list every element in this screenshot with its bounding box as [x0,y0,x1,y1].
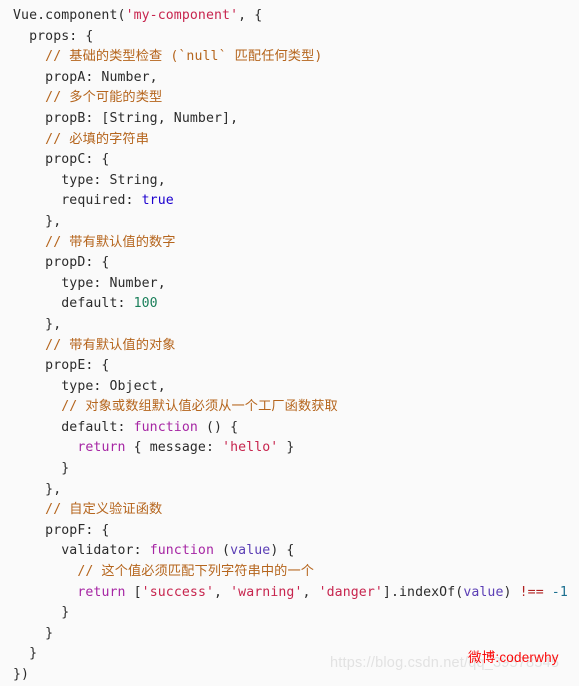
code-token-comment: // 这个值必须匹配下列字符串中的一个 [13,564,315,580]
code-line: }, [0,480,579,501]
code-line: // 自定义验证函数 [0,500,579,521]
code-line: propC: { [0,150,579,171]
code-token-plain: type: Number, [13,275,166,291]
code-token-plain: { message: [125,440,223,456]
code-token-numneg: -1 [551,584,568,600]
code-token-keyword: function [149,543,215,559]
code-token-plain: default: [13,296,134,312]
code-token-bool: true [141,193,174,209]
code-line: return ['success', 'warning', 'danger'].… [0,583,579,604]
code-token-plain: propE: { [13,358,110,374]
code-line: } [0,624,579,645]
code-token-plain: required: [13,193,142,209]
code-line: return { message: 'hello' } [0,438,579,459]
code-token-number: 100 [133,296,158,312]
code-token-plain: ) [503,584,520,600]
code-line: default: function () { [0,418,579,439]
code-editor-surface: Vue.component('my-component', { props: {… [0,0,579,686]
code-token-param: value [230,543,271,559]
code-line: default: 100 [0,294,579,315]
code-token-plain: propD: { [13,255,110,271]
code-token-comment: // 对象或数组默认值必须从一个工厂函数获取 [13,399,338,415]
code-token-comment: // 必填的字符串 [13,131,150,147]
code-line: }, [0,212,579,233]
code-token-plain: }) [13,667,30,682]
code-token-plain: propB: [String, Number], [13,110,239,126]
code-token-keyword: return [77,584,126,600]
code-line: // 带有默认值的对象 [0,336,579,357]
code-token-plain: type: String, [13,172,166,188]
code-token-comment: // 自定义验证函数 [13,502,163,518]
code-token-comment: // 带有默认值的数字 [13,234,176,250]
code-line: propE: { [0,356,579,377]
code-token-plain: }, [13,316,62,332]
code-token-plain: () { [197,419,239,435]
code-token-plain: propA: Number, [13,69,158,85]
code-line: // 这个值必须匹配下列字符串中的一个 [0,562,579,583]
code-line: // 多个可能的类型 [0,88,579,109]
code-token-string: 'danger' [318,584,383,600]
code-line: propA: Number, [0,68,579,89]
code-token-comment: // 基础的类型检查 (`null` 匹配任何类型) [13,49,323,65]
code-token-plain: ].indexOf( [382,584,464,600]
code-line: } [0,603,579,624]
code-line: type: Object, [0,377,579,398]
code-line: propB: [String, Number], [0,109,579,130]
code-token-plain: }, [13,481,62,497]
code-line: validator: function (value) { [0,541,579,562]
code-token-string: 'warning' [230,584,303,600]
code-line: // 必填的字符串 [0,130,579,151]
code-token-plain: ) { [270,543,295,559]
code-token-keyword: function [133,419,198,435]
code-token-plain: }, [13,213,62,229]
code-token-plain: , { [238,8,263,23]
code-token-plain: } [13,646,38,662]
code-token-op: !== [519,584,544,600]
code-token-plain: props: { [13,28,94,44]
code-token-plain: ( [214,543,231,559]
code-token-keyword: return [77,440,126,456]
code-token-plain: default: [13,419,134,435]
code-token-plain: Vue.component( [13,8,126,23]
code-line: required: true [0,191,579,212]
code-line: }, [0,315,579,336]
code-token-comment: // 多个可能的类型 [13,90,163,106]
code-line: // 带有默认值的数字 [0,233,579,254]
code-line: } [0,459,579,480]
code-line: // 对象或数组默认值必须从一个工厂函数获取 [0,397,579,418]
code-token-param: value [463,584,504,600]
code-token-plain: [ [125,584,142,600]
code-token-plain: } [13,605,70,621]
code-token-plain: , [214,584,231,600]
code-token-comment: // 带有默认值的对象 [13,337,176,353]
code-line: propF: { [0,521,579,542]
code-line: type: String, [0,171,579,192]
weibo-coderwhy-watermark: 微博:coderwhy [468,650,559,665]
code-token-plain: , [302,584,319,600]
code-token-plain: type: Object, [13,378,166,394]
code-line: // 基础的类型检查 (`null` 匹配任何类型) [0,47,579,68]
code-line: Vue.component('my-component', { [0,6,579,27]
code-token-string: 'success' [141,584,215,600]
code-token-plain: } [278,440,295,456]
code-token-plain: validator: [13,543,150,559]
code-line: props: { [0,27,579,48]
code-token-plain: } [13,625,54,641]
code-line: type: Number, [0,274,579,295]
code-line: propD: { [0,253,579,274]
code-token-string: 'my-component' [125,8,239,23]
code-token-plain: } [13,461,70,477]
code-token-string: 'hello' [222,440,279,456]
code-token-plain: propF: { [13,522,110,538]
code-token-plain: propC: { [13,152,110,168]
